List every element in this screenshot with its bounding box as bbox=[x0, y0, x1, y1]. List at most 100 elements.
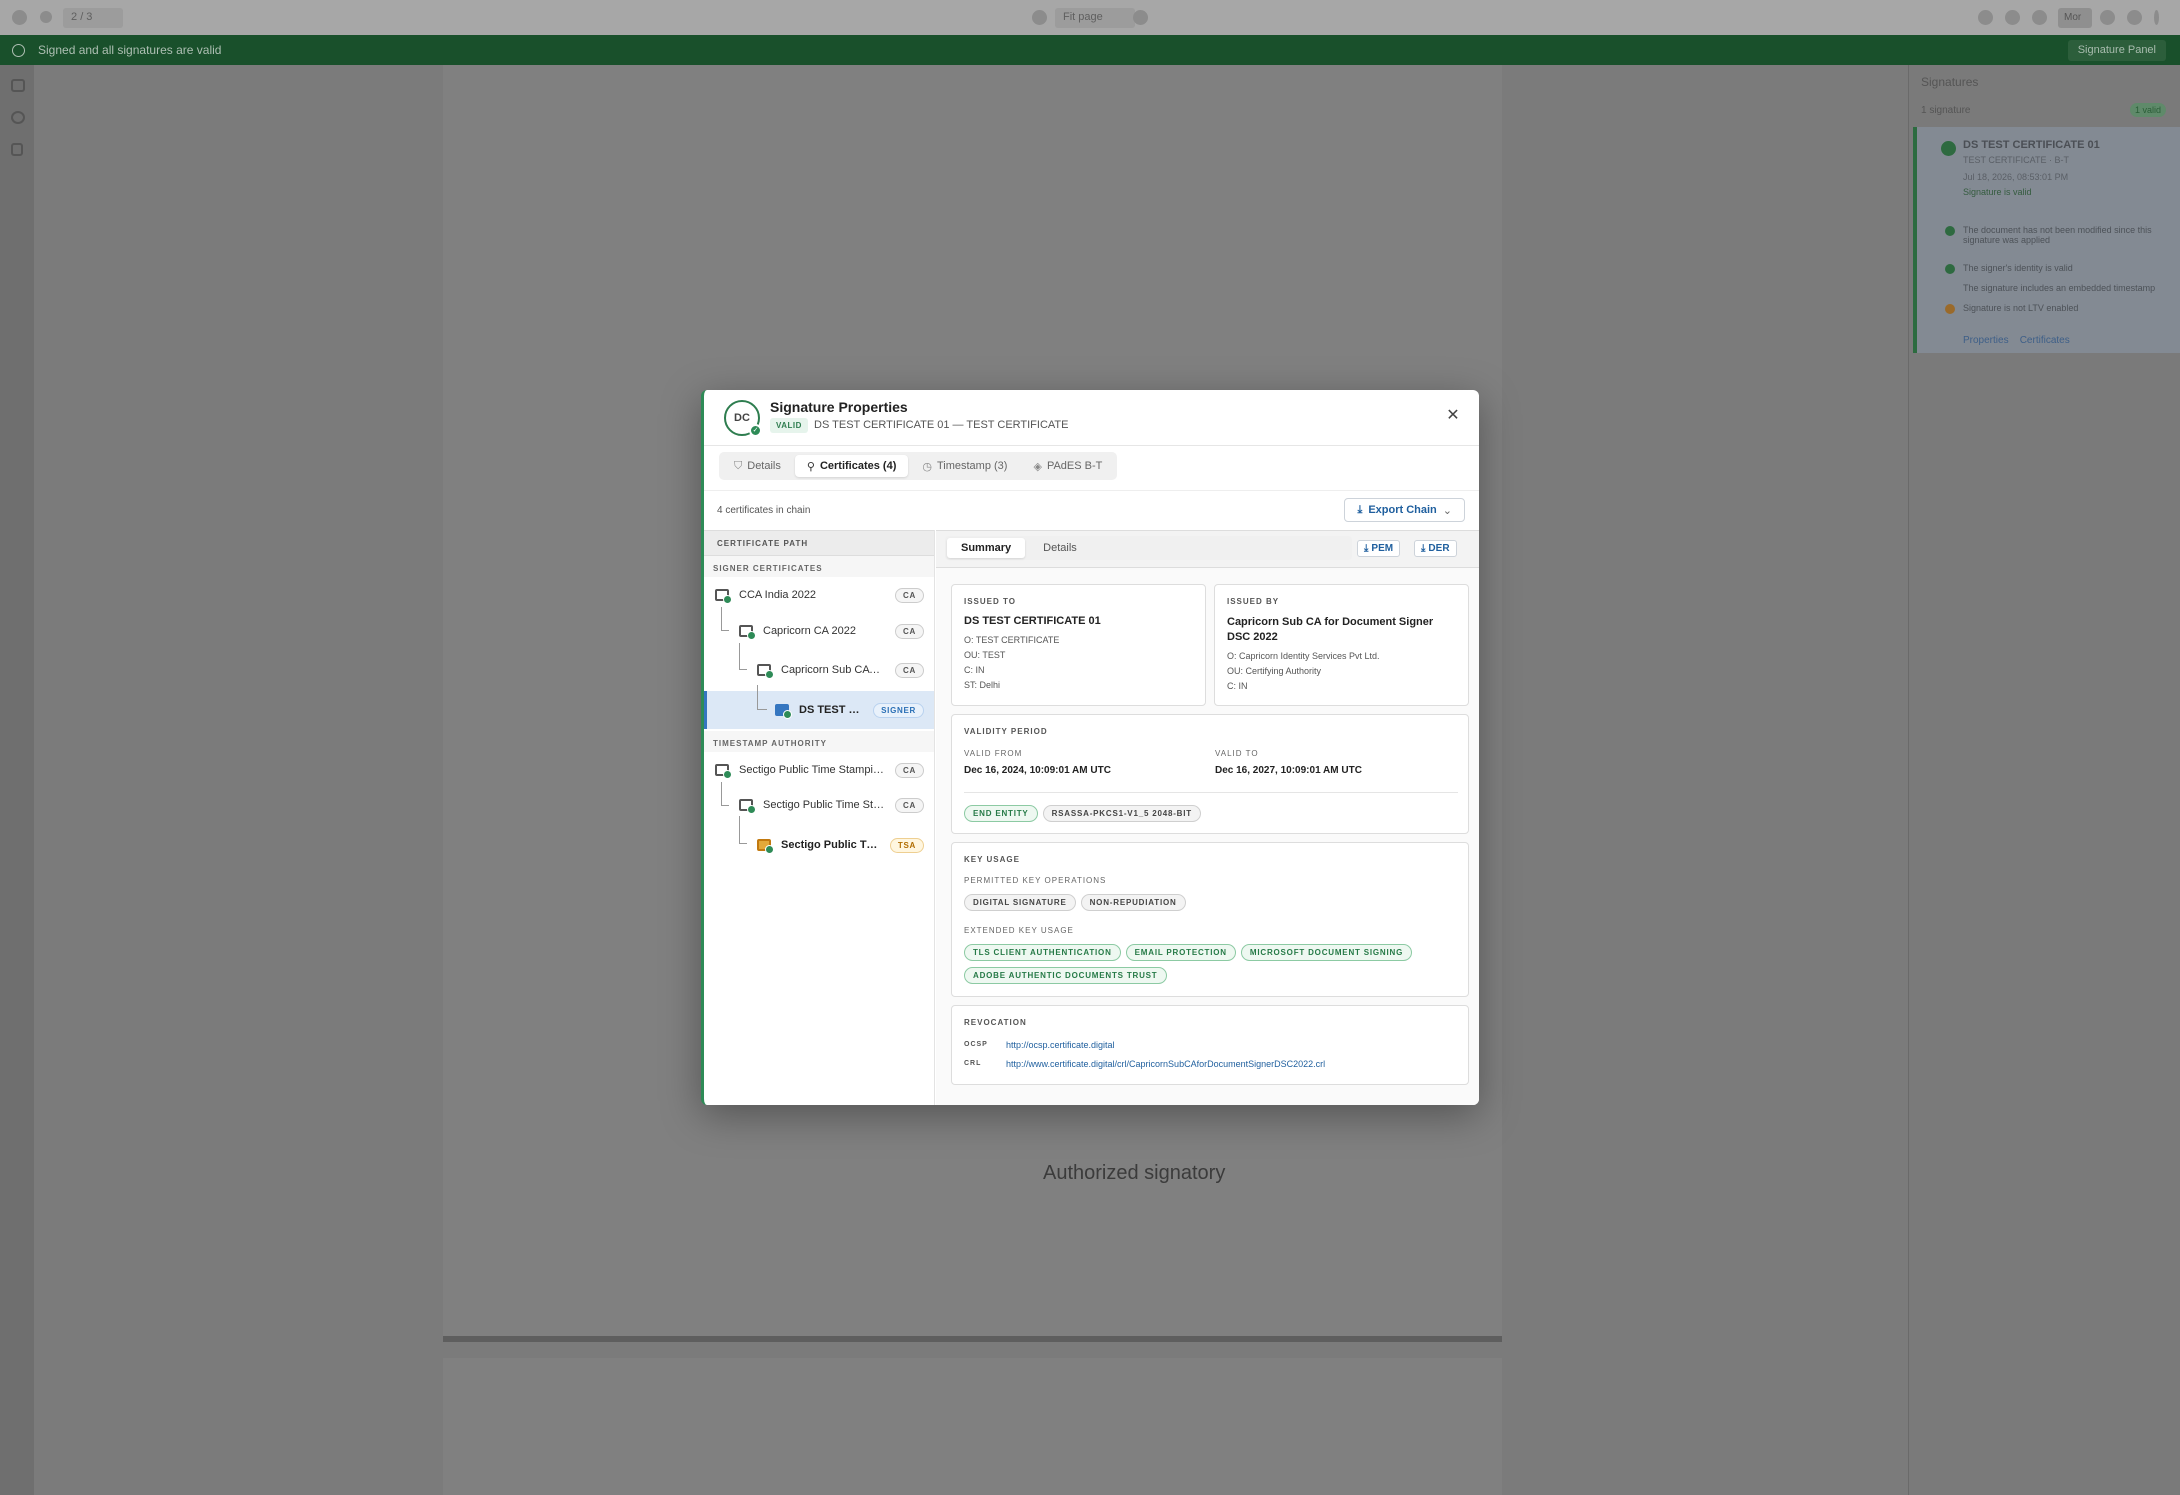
toolbar: 2 / 3 Fit page Mor bbox=[0, 0, 2180, 35]
tab-label: Timestamp (3) bbox=[936, 460, 1008, 472]
page-number-input[interactable]: 2 / 3 bbox=[63, 8, 123, 28]
issued-to-label: ISSUED TO bbox=[964, 597, 1016, 606]
ca-badge: CA bbox=[895, 623, 924, 639]
card-links: Properties Certificates bbox=[1963, 335, 2070, 346]
more-menu[interactable]: Mor bbox=[2058, 8, 2092, 28]
zoom-out-icon[interactable] bbox=[1032, 10, 1047, 25]
tree-connector bbox=[739, 816, 747, 844]
end-entity-chip: END ENTITY bbox=[964, 805, 1038, 822]
signatures-panel: Signatures 1 signature 1 valid DS TEST C… bbox=[1908, 65, 2180, 1495]
fullscreen-icon[interactable] bbox=[2127, 10, 2142, 25]
thumbnails-icon[interactable] bbox=[11, 79, 25, 92]
tab-pades[interactable]: ◈ PAdES B-T bbox=[1021, 455, 1114, 477]
ca-badge: CA bbox=[895, 762, 924, 778]
dialog-tabs: ⛉ Details ⚲ Certificates (4) ◷ Timestamp (3… bbox=[719, 452, 1118, 480]
der-label: DER bbox=[1428, 543, 1450, 554]
attachments-icon[interactable] bbox=[11, 143, 23, 156]
tab-certificates[interactable]: ⚲ Certificates (4) bbox=[794, 455, 909, 477]
clock-icon: ◷ bbox=[922, 460, 932, 473]
tree-item-label: DS TEST CERTIFICATE 01 bbox=[799, 704, 861, 716]
pem-download-button[interactable]: ⤓ PEM bbox=[1357, 540, 1401, 557]
signature-panel-button[interactable]: Signature Panel bbox=[2067, 40, 2166, 61]
tab-label: PAdES B-T bbox=[1046, 460, 1103, 472]
signer-badge: SIGNER bbox=[873, 702, 924, 718]
page-total: / 3 bbox=[80, 11, 93, 23]
extended-chips: TLS CLIENT AUTHENTICATION EMAIL PROTECTIO… bbox=[964, 942, 1464, 988]
tab-details[interactable]: ⛉ Details bbox=[722, 455, 793, 477]
subtab-details[interactable]: Details bbox=[1029, 538, 1091, 558]
signing-date: Jul 18, 2026, 08:53:01 PM bbox=[1963, 172, 2069, 182]
close-icon[interactable]: ✕ bbox=[1443, 406, 1463, 426]
valid-from-label: VALID FROM bbox=[964, 749, 1023, 758]
certificate-detail-pane: Summary Details ⤓ PEM ⤓ DER ISSUED TO DS T… bbox=[936, 530, 1479, 1105]
signer-name: DS TEST CERTIFICATE 01 bbox=[1963, 139, 2100, 151]
check-item: The signature includes an embedded times… bbox=[1963, 283, 2173, 293]
kebab-icon[interactable] bbox=[2154, 10, 2159, 25]
issued-by-label: ISSUED BY bbox=[1227, 597, 1280, 606]
check-item: The document has not been modified since… bbox=[1945, 225, 2163, 245]
tab-label: Certificates (4) bbox=[819, 460, 897, 472]
outline-icon[interactable] bbox=[11, 111, 25, 124]
avatar-initials: DC bbox=[734, 412, 750, 424]
chain-count: 4 certificates in chain bbox=[717, 505, 811, 516]
tree-connector bbox=[721, 782, 729, 806]
certificate-icon bbox=[739, 625, 756, 640]
theme-icon[interactable] bbox=[2100, 10, 2115, 25]
tree-item-sectigo-root[interactable]: Sectigo Public Time Stamping Root R46 CA bbox=[704, 752, 934, 788]
eku-chip: ADOBE AUTHENTIC DOCUMENTS TRUST bbox=[964, 967, 1167, 984]
certificate-icon bbox=[775, 704, 792, 719]
sidebar-toggle-icon[interactable] bbox=[12, 10, 27, 25]
export-chain-button[interactable]: ⤓ Export Chain ⌄ bbox=[1344, 498, 1465, 522]
tree-item-label: Capricorn Sub CA for Document Signer DSC… bbox=[781, 664, 881, 676]
issued-to-ou: OU: TEST bbox=[964, 650, 1006, 660]
tab-timestamp[interactable]: ◷ Timestamp (3) bbox=[910, 455, 1019, 477]
check-icon: ✓ bbox=[749, 424, 762, 437]
permitted-label: PERMITTED KEY OPERATIONS bbox=[964, 876, 1107, 885]
key-usage-chip: DIGITAL SIGNATURE bbox=[964, 894, 1076, 911]
issued-to-st: ST: Delhi bbox=[964, 680, 1001, 690]
certificate-icon bbox=[757, 839, 774, 854]
tree-item-ds-test[interactable]: DS TEST CERTIFICATE 01 SIGNER bbox=[704, 685, 934, 729]
ocsp-link[interactable]: http://ocsp.certificate.digital bbox=[1006, 1040, 1115, 1050]
tree-item-label: Sectigo Public Time Stamping CA R36 bbox=[763, 799, 885, 811]
ca-badge: CA bbox=[895, 662, 924, 678]
download-icon[interactable] bbox=[2032, 10, 2047, 25]
page-number: 2 bbox=[71, 11, 78, 23]
back-icon[interactable] bbox=[40, 11, 52, 23]
tree-connector bbox=[757, 685, 767, 710]
zoom-select[interactable]: Fit page bbox=[1055, 8, 1135, 28]
dialog-subtitle: DS TEST CERTIFICATE 01 — TEST CERTIFICAT… bbox=[814, 419, 1069, 431]
certificate-path-header: CERTIFICATE PATH bbox=[704, 530, 934, 556]
properties-link[interactable]: Properties bbox=[1963, 335, 2009, 346]
signature-card[interactable]: DS TEST CERTIFICATE 01 TEST CERTIFICATE … bbox=[1913, 127, 2180, 353]
check-item: Signature is not LTV enabled bbox=[1944, 303, 2079, 314]
issued-to-card: ISSUED TO DS TEST CERTIFICATE 01 O: TEST… bbox=[951, 584, 1206, 706]
issued-by-o: O: Capricorn Identity Services Pvt Ltd. bbox=[1227, 651, 1380, 661]
signature-status: Signature is valid bbox=[1963, 187, 2032, 197]
dialog-title: Signature Properties bbox=[770, 399, 908, 415]
certificates-link[interactable]: Certificates bbox=[2020, 335, 2070, 346]
document-text: Authorized signatory bbox=[1043, 1162, 1226, 1184]
der-download-button[interactable]: ⤓ DER bbox=[1414, 540, 1457, 557]
validity-label: VALIDITY PERIOD bbox=[964, 727, 1048, 736]
tree-item-sectigo-signer[interactable]: Sectigo Public Time Stamping Signer R36 … bbox=[704, 816, 934, 868]
zoom-in-icon[interactable] bbox=[1133, 10, 1148, 25]
rotate-icon[interactable] bbox=[1978, 10, 1993, 25]
detail-subtabs: Summary Details bbox=[945, 536, 1352, 560]
eku-chip: EMAIL PROTECTION bbox=[1125, 944, 1236, 961]
issued-by-name: Capricorn Sub CA for Document Signer DSC… bbox=[1227, 616, 1434, 643]
key-usage-label: KEY USAGE bbox=[964, 855, 1020, 864]
tsa-badge: TSA bbox=[889, 837, 924, 853]
crl-link[interactable]: http://www.certificate.digital/crl/Capri… bbox=[1006, 1059, 1325, 1069]
check-circle-icon bbox=[12, 44, 25, 57]
tree-connector bbox=[721, 607, 729, 631]
subtab-summary[interactable]: Summary bbox=[947, 538, 1026, 558]
tree-item-label: Sectigo Public Time Stamping Root R46 bbox=[739, 764, 887, 776]
revocation-label: REVOCATION bbox=[964, 1018, 1027, 1027]
revocation-card: REVOCATION OCSP http://ocsp.certificate.… bbox=[951, 1005, 1469, 1085]
tree-item-capricorn-sub-ca[interactable]: Capricorn Sub CA for Document Signer DSC… bbox=[704, 643, 934, 691]
check-item: The signer's identity is valid bbox=[1945, 263, 2073, 274]
print-icon[interactable] bbox=[2005, 10, 2020, 25]
tree-item-cca-india[interactable]: CCA India 2022 CA bbox=[704, 577, 934, 613]
download-icon: ⤓ bbox=[1364, 543, 1369, 554]
